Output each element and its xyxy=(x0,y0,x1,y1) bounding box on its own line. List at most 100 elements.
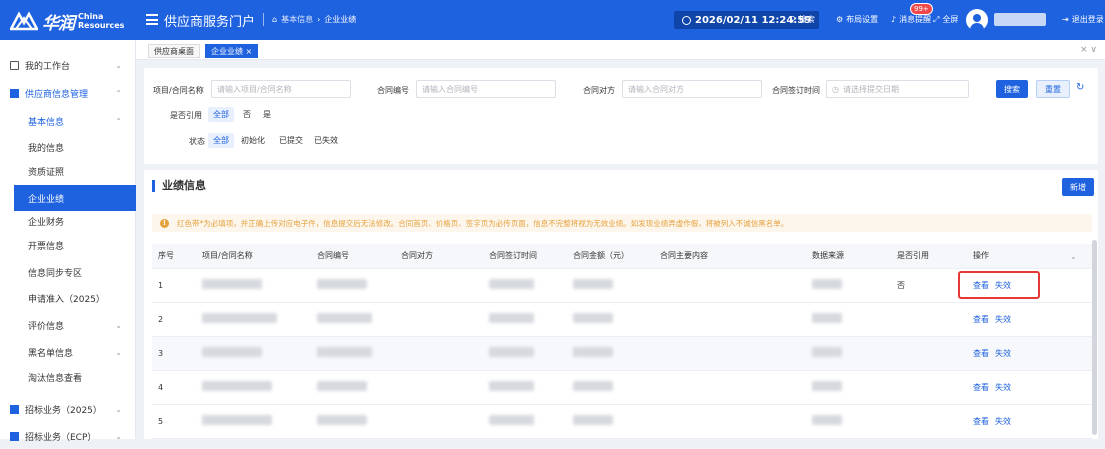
column-settings-icon[interactable]: ⌄ xyxy=(1070,252,1077,261)
invalidate-link[interactable]: 失效 xyxy=(995,383,1011,392)
search-icon: ⚲ xyxy=(790,15,796,24)
section-title: 业绩信息 xyxy=(152,180,206,192)
chevron-right-icon: › xyxy=(317,15,321,24)
party-label: 合同对方 xyxy=(583,86,615,95)
col-sign-date: 合同签订时间 xyxy=(483,244,567,269)
breadcrumb: ⌂ 基本信息 › 企业业绩 xyxy=(272,14,356,25)
sidebar-item-bidding-2025[interactable]: 招标业务（2025） ⌄ xyxy=(0,396,136,422)
sidebar-item-supplier-info[interactable]: 供应商信息管理 ⌃ xyxy=(0,80,136,106)
invalidate-link[interactable]: 失效 xyxy=(995,349,1011,358)
chevron-down-icon: ⌄ xyxy=(115,404,122,414)
filter-panel: 项目/合同名称 请输入项目/合同名称 合同编号 请输入合同编号 合同对方 请输入… xyxy=(144,68,1098,164)
cited-option-yes[interactable]: 是 xyxy=(258,107,276,122)
table-row: 2 查看 失效 xyxy=(152,302,1092,337)
highlight-box xyxy=(958,271,1040,299)
sidebar-item-bidding-ecp[interactable]: 招标业务（ECP） ⌄ xyxy=(0,423,136,449)
logout-icon: ⇥ xyxy=(1062,15,1069,24)
clock-icon xyxy=(682,15,691,25)
brand-logo[interactable]: 华润 China Resources xyxy=(8,9,125,34)
table-header-row: 序号 项目/合同名称 合同编号 合同对方 合同签订时间 合同金额（元） 合同主要… xyxy=(152,244,1092,269)
sidebar-item-elimination[interactable]: 淘汰信息查看 xyxy=(0,364,136,390)
contract-no-label: 合同编号 xyxy=(377,86,409,95)
date-picker[interactable]: ◷ 请选择提交日期 xyxy=(826,80,969,98)
contract-no-input[interactable]: 请输入合同编号 xyxy=(416,80,556,98)
tab-scroll-icon[interactable]: × ∨ xyxy=(1080,45,1097,55)
chevron-down-icon: ⌄ xyxy=(115,347,122,357)
invalidate-link[interactable]: 失效 xyxy=(995,417,1011,426)
cited-value: 否 xyxy=(891,268,967,303)
invalidate-link[interactable]: 失效 xyxy=(995,315,1011,324)
layout-settings[interactable]: ⚙ 布局设置 xyxy=(836,14,878,25)
messages[interactable]: ♪ 消息提醒 xyxy=(891,14,931,25)
expand-icon: ⤢ xyxy=(933,14,940,24)
message-count-badge: 99+ xyxy=(910,3,933,15)
view-link[interactable]: 查看 xyxy=(973,383,989,392)
col-content: 合同主要内容 xyxy=(654,244,806,269)
tab-desktop[interactable]: 供应商桌面 xyxy=(148,44,200,58)
col-contract-no: 合同编号 xyxy=(311,244,395,269)
portal-title: 供应商服务门户 xyxy=(164,15,256,30)
breadcrumb-item[interactable]: 基本信息 xyxy=(281,14,313,25)
fullscreen-toggle[interactable]: ⤢ 全屏 xyxy=(933,14,958,25)
view-link[interactable]: 查看 xyxy=(973,417,989,426)
menu-toggle-icon[interactable] xyxy=(146,14,158,25)
view-link[interactable]: 查看 xyxy=(973,349,989,358)
performance-panel: 业绩信息 新增 ! 红色带*为必填项，并正确上传对应电子件，信息提交后无法修改。… xyxy=(144,170,1098,439)
table-row: 3 查看 失效 xyxy=(152,336,1092,371)
performance-table: 序号 项目/合同名称 合同编号 合同对方 合同签订时间 合同金额（元） 合同主要… xyxy=(152,244,1092,439)
status-option-all[interactable]: 全部 xyxy=(208,133,234,148)
chevron-up-icon: ⌃ xyxy=(115,88,122,98)
cited-option-all[interactable]: 全部 xyxy=(208,107,234,122)
page-tabs: 供应商桌面 企业业绩 × × ∨ xyxy=(136,40,1105,60)
sidebar-item-admission[interactable]: 申请准入（2025） xyxy=(0,285,136,311)
project-label: 项目/合同名称 xyxy=(153,86,204,95)
refresh-icon[interactable]: ↻ xyxy=(1076,82,1084,93)
view-link[interactable]: 查看 xyxy=(973,315,989,324)
tab-performance[interactable]: 企业业绩 × xyxy=(205,44,259,58)
brand-name-en: China Resources xyxy=(78,12,125,30)
sidebar-item-sync[interactable]: 信息同步专区 xyxy=(0,259,136,285)
username-redacted[interactable] xyxy=(994,13,1046,26)
file-icon xyxy=(10,88,19,98)
bid-icon xyxy=(10,431,19,441)
sidebar-item-blacklist[interactable]: 黑名单信息 ⌄ xyxy=(0,339,136,365)
search-tool[interactable]: ⚲ 搜索 xyxy=(790,14,815,25)
chevron-down-icon: ⌄ xyxy=(115,431,122,441)
col-party: 合同对方 xyxy=(395,244,483,269)
table-scrollbar[interactable] xyxy=(1092,240,1097,435)
sidebar-item-evaluation[interactable]: 评价信息 ⌄ xyxy=(0,312,136,338)
sidebar-item-my-info[interactable]: 我的信息 xyxy=(0,134,136,160)
project-input[interactable]: 请输入项目/合同名称 xyxy=(211,80,351,98)
status-label: 状态 xyxy=(189,137,205,146)
status-option-init[interactable]: 初始化 xyxy=(236,133,270,148)
gear-icon: ⚙ xyxy=(836,15,844,24)
chevron-down-icon: ⌄ xyxy=(115,320,122,330)
chevron-down-icon: ⌄ xyxy=(115,60,122,70)
col-cited: 是否引用 xyxy=(891,244,967,269)
sidebar-item-workbench[interactable]: 我的工作台 ⌄ xyxy=(0,52,136,78)
brand-name-cn: 华润 xyxy=(42,13,75,34)
sidebar-item-finance[interactable]: 企业财务 xyxy=(0,208,136,234)
reset-button[interactable]: 重置 xyxy=(1036,80,1070,98)
col-source: 数据来源 xyxy=(806,244,891,269)
col-amount: 合同金额（元） xyxy=(567,244,654,269)
sidebar-item-invoice[interactable]: 开票信息 xyxy=(0,232,136,258)
table-row: 1 否 查看 失效 xyxy=(152,268,1092,303)
logout-button[interactable]: ⇥ 退出登录 xyxy=(1062,14,1104,25)
search-button[interactable]: 搜索 xyxy=(996,80,1028,98)
divider xyxy=(263,13,264,26)
add-button[interactable]: 新增 xyxy=(1062,178,1094,196)
avatar[interactable] xyxy=(966,9,988,31)
date-label: 合同签订时间 xyxy=(772,86,820,95)
col-project: 项目/合同名称 xyxy=(196,244,311,269)
table-row: 4 查看 失效 xyxy=(152,370,1092,405)
home-icon[interactable]: ⌂ xyxy=(272,15,277,24)
sidebar-item-qualifications[interactable]: 资质证照 xyxy=(0,158,136,184)
sidebar-item-basic-info[interactable]: 基本信息 ⌃ xyxy=(0,108,136,134)
status-option-invalid[interactable]: 已失效 xyxy=(309,133,343,148)
col-no: 序号 xyxy=(152,244,196,269)
cited-option-no[interactable]: 否 xyxy=(238,107,256,122)
party-input[interactable]: 请输入合同对方 xyxy=(622,80,762,98)
home-icon xyxy=(10,60,19,70)
status-option-submitted[interactable]: 已提交 xyxy=(274,133,308,148)
